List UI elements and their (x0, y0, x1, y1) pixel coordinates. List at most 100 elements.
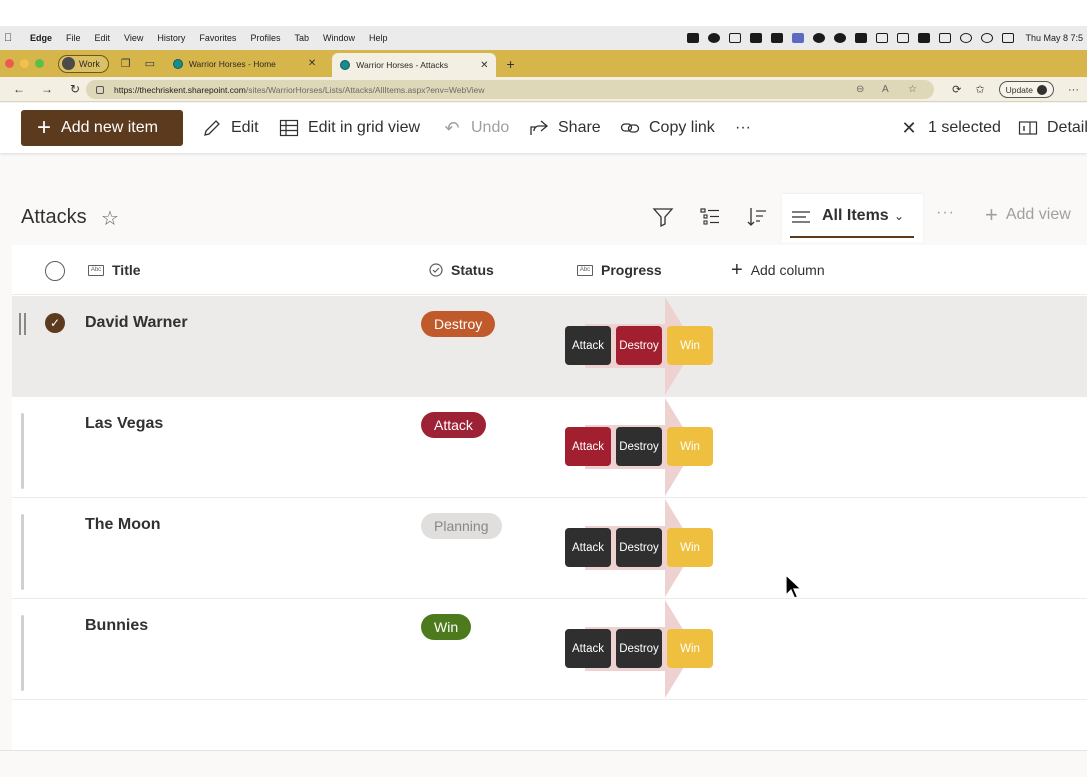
filter-icon[interactable] (652, 206, 674, 228)
control-center-icon[interactable] (1002, 33, 1015, 43)
row-drag-handle[interactable] (21, 615, 24, 691)
add-new-item-button[interactable]: + Add new item (21, 110, 183, 146)
progress-stage-attack: Attack (565, 326, 611, 365)
status-cloud-icon[interactable] (813, 33, 826, 43)
address-bar[interactable]: https://thechriskent.sharepoint.com/site… (86, 80, 934, 99)
minimize-window-button[interactable] (20, 59, 29, 68)
copy-link-button[interactable]: Copy link (620, 117, 715, 139)
list-row[interactable]: Bunnies Win Attack Destroy Win (12, 599, 1087, 700)
details-pane-button[interactable]: Details (1018, 117, 1087, 139)
url-text[interactable]: https://thechriskent.sharepoint.com/site… (114, 85, 484, 95)
column-header-progress[interactable]: Abc Progress (577, 262, 662, 278)
row-title[interactable]: David Warner (85, 314, 188, 332)
select-all-checkbox[interactable] (45, 261, 65, 281)
chevron-down-icon: ⌄ (894, 209, 905, 223)
tab-title: Warrior Horses - Attacks (356, 60, 449, 70)
tab-actions-icon[interactable]: ▭ (143, 57, 157, 71)
row-title[interactable]: Bunnies (85, 617, 148, 635)
status-app-icon[interactable] (687, 33, 700, 43)
more-commands-button[interactable]: ··· (735, 117, 751, 139)
list-row[interactable]: ✓ David Warner Destroy Attack Destroy Win (12, 296, 1087, 397)
column-header-status[interactable]: Status (429, 262, 494, 278)
undo-button[interactable]: ↶ Undo (442, 117, 509, 139)
menu-app-name[interactable]: Edge (30, 33, 52, 43)
close-tab-icon[interactable]: ✕ (480, 60, 488, 71)
zoom-icon[interactable]: ⊖ (856, 84, 864, 95)
add-column-button[interactable]: + Add column (731, 260, 825, 280)
refresh-icon[interactable]: ↻ (66, 82, 84, 96)
view-switcher[interactable]: All Items ⌄ (782, 194, 923, 242)
status-screen-icon[interactable] (792, 33, 805, 43)
apple-icon[interactable]:  (4, 32, 18, 44)
lock-icon[interactable] (96, 85, 104, 94)
favorites-icon[interactable]: ✩ (975, 83, 984, 96)
menu-history[interactable]: History (157, 33, 185, 43)
menu-window[interactable]: Window (323, 33, 355, 43)
spotlight-search-icon[interactable] (981, 33, 994, 43)
status-keyboard-icon[interactable] (939, 33, 952, 43)
menu-help[interactable]: Help (369, 33, 388, 43)
list-row[interactable]: The Moon Planning Attack Destroy Win (12, 498, 1087, 599)
close-window-button[interactable] (5, 59, 14, 68)
menubar-clock[interactable]: Thu May 8 7:5 (1025, 33, 1083, 43)
back-icon[interactable]: ← (10, 82, 28, 96)
edit-button[interactable]: Edit (202, 117, 259, 139)
add-view-label: Add view (1005, 206, 1071, 223)
status-car-icon[interactable] (918, 33, 931, 43)
add-view-button[interactable]: + Add view (985, 204, 1071, 226)
favorite-star-icon[interactable]: ☆ (908, 84, 917, 95)
status-cloud2-icon[interactable] (834, 33, 847, 43)
menu-edit[interactable]: Edit (95, 33, 111, 43)
selected-count-label: 1 selected (928, 119, 1001, 136)
edit-grid-view-button[interactable]: Edit in grid view (279, 117, 420, 139)
wifi-icon[interactable] (960, 33, 973, 43)
clear-selection-button[interactable]: ✕ 1 selected (899, 117, 1001, 139)
menu-tab[interactable]: Tab (294, 33, 309, 43)
row-title[interactable]: Las Vegas (85, 415, 163, 433)
info-pane-icon (1018, 121, 1038, 135)
status-shield-icon[interactable] (729, 33, 742, 43)
list-row[interactable]: Las Vegas Attack Attack Destroy Win (12, 397, 1087, 498)
status-circle-icon[interactable] (708, 33, 721, 43)
status-mute-icon[interactable] (897, 33, 910, 43)
browser-more-icon[interactable]: ··· (1068, 84, 1079, 96)
new-tab-button[interactable]: + (506, 56, 514, 72)
row-drag-handle[interactable] (21, 413, 24, 489)
browser-toolbar-right: ⟳ ✩ Update ··· (952, 77, 1087, 102)
close-tab-icon[interactable]: ✕ (308, 58, 316, 69)
command-bar: + Add new item Edit Edit in grid view ↶ … (0, 103, 1087, 153)
mouse-cursor-icon (785, 574, 803, 599)
status-battery-app-icon[interactable] (771, 33, 784, 43)
sort-icon[interactable] (746, 206, 768, 228)
plus-icon: + (37, 114, 52, 141)
browser-tab-home[interactable]: Warrior Horses - Home ✕ (165, 53, 324, 75)
progress-stage-win: Win (667, 528, 713, 567)
zoom-window-button[interactable] (35, 59, 44, 68)
profile-button[interactable]: Work (58, 54, 109, 73)
forward-icon[interactable]: → (38, 82, 56, 96)
collections-icon[interactable]: ❐ (119, 57, 133, 71)
text-column-icon: Abc (577, 264, 593, 276)
read-aloud-icon[interactable]: A (882, 84, 889, 95)
update-button[interactable]: Update (998, 81, 1054, 98)
profile-avatar (62, 57, 75, 70)
profile-label: Work (79, 58, 100, 69)
group-by-icon[interactable] (699, 206, 721, 228)
share-button[interactable]: Share (529, 117, 601, 139)
menu-favorites[interactable]: Favorites (199, 33, 236, 43)
favorite-list-star-icon[interactable]: ☆ (101, 206, 119, 231)
more-views-button[interactable]: ··· (936, 204, 955, 222)
sync-icon[interactable]: ⟳ (952, 83, 961, 96)
row-drag-handle[interactable] (19, 313, 26, 335)
row-drag-handle[interactable] (21, 514, 24, 590)
row-title[interactable]: The Moon (85, 516, 161, 534)
row-checkmark-icon[interactable]: ✓ (45, 313, 65, 333)
status-grid-icon[interactable] (855, 33, 868, 43)
menu-view[interactable]: View (124, 33, 143, 43)
column-header-title[interactable]: Abc Title (88, 262, 141, 278)
browser-tab-attacks[interactable]: Warrior Horses - Attacks ✕ (332, 53, 497, 77)
status-app2-icon[interactable] (750, 33, 763, 43)
menu-file[interactable]: File (66, 33, 81, 43)
status-s-icon[interactable] (876, 33, 889, 43)
menu-profiles[interactable]: Profiles (250, 33, 280, 43)
